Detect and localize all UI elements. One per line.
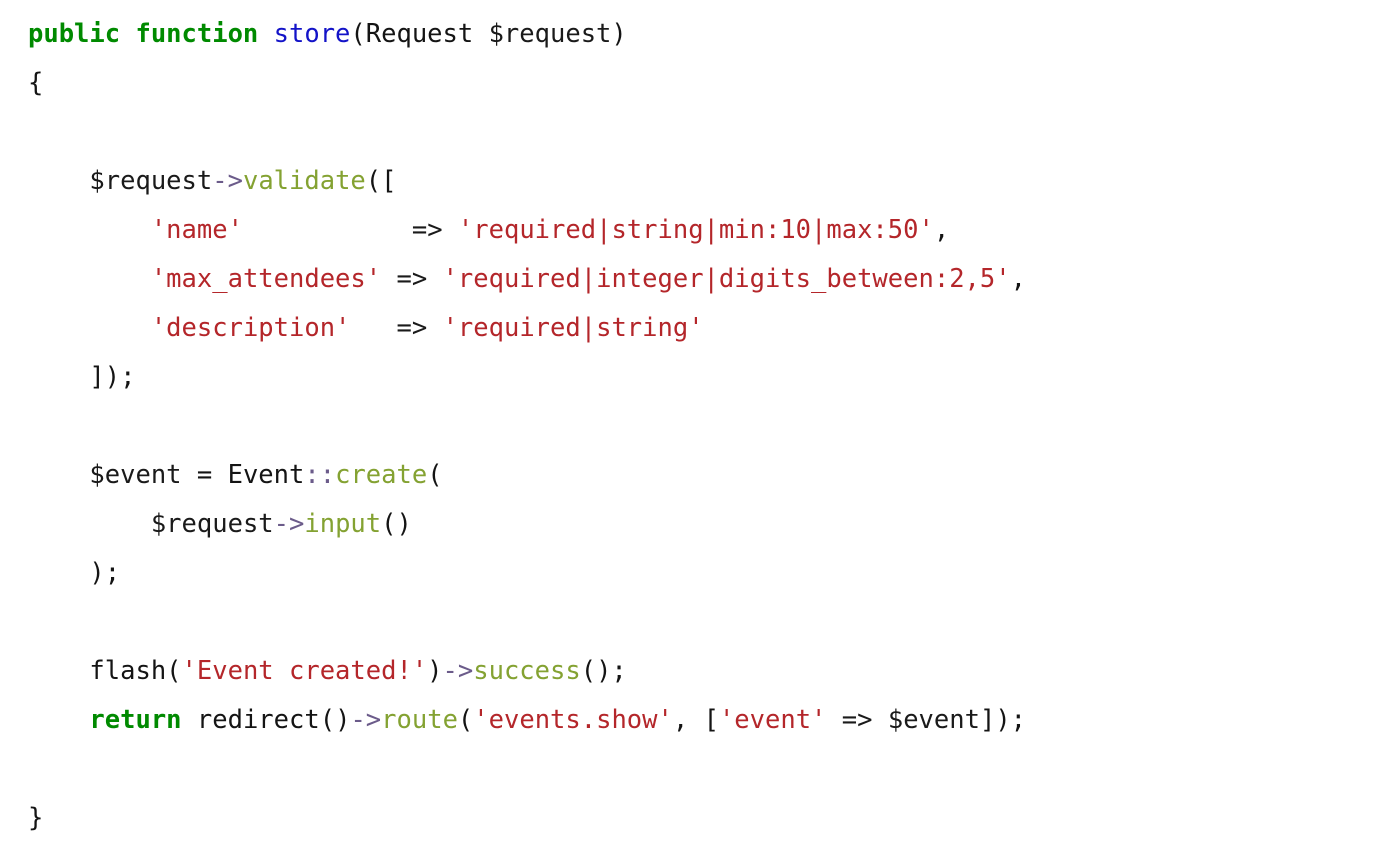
code-token-plain: ([ [365,166,397,196]
code-token-string: 'required|string' [442,313,704,343]
code-line: return redirect()->route('events.show', … [0,696,1400,745]
code-line: $request->validate([ [0,157,1400,206]
code-token-variable: $request [150,509,274,539]
code-token-arrow: -> [273,509,305,539]
code-line: flash('Event created!')->success(); [0,647,1400,696]
code-token-plain: , [933,215,950,245]
code-token-string: 'required|string|min:10|max:50' [457,215,934,245]
code-token-operator: => [841,705,873,735]
code-line: 'description' => 'required|string' [0,304,1400,353]
code-line: 'max_attendees' => 'required|integer|dig… [0,255,1400,304]
code-token-string: 'Event created!' [181,656,428,686]
code-token-variable: $event [887,705,980,735]
code-token-keyword: return [89,705,182,735]
code-token-plain: ) [427,656,443,686]
code-token-plain: = Event [181,460,305,490]
code-token-arrow: -> [212,166,243,196]
code-line: $event = Event::create( [0,451,1400,500]
code-token-plain: () [381,509,412,539]
code-line: public function store(Request $request) [0,10,1400,59]
code-line: } [0,794,1400,843]
code-line: ); [0,549,1400,598]
code-token-operator: => [396,264,428,294]
code-token-plain: (Request [350,19,489,49]
code-token-string: 'events.show' [473,705,673,735]
code-token-arrow: -> [350,705,382,735]
code-token-plain: redirect() [181,705,351,735]
code-token-operator: => [411,215,443,245]
code-token-plain: { [28,68,44,98]
code-token-string: 'event' [718,705,827,735]
code-token-operator: => [396,313,428,343]
code-line: { [0,59,1400,108]
code-token-variable: $event [89,460,182,490]
code-token-plain: (); [580,656,627,686]
code-token-plain: } [28,803,44,833]
code-block[interactable]: public function store(Request $request) {… [0,0,1400,843]
code-token-plain: ); [28,558,121,588]
code-token-method: validate [242,166,366,196]
code-token-method: success [473,656,581,686]
code-line: $request->input() [0,500,1400,549]
code-token-plain: ( [427,460,443,490]
code-token-plain: ( [457,705,474,735]
code-token-plain: ]); [28,362,136,392]
code-token-string: 'description' [150,313,351,343]
code-token-string: 'required|integer|digits_between:2,5' [442,264,1011,294]
code-token-plain: ) [611,19,627,49]
code-token-funcdef: store [273,19,351,49]
code-token-keyword: public function [28,19,274,49]
code-token-plain: ]); [979,705,1027,735]
code-token-method: create [335,460,428,490]
code-line: ]); [0,353,1400,402]
code-token-arrow: -> [442,656,474,686]
code-token-method: input [304,509,382,539]
code-token-arrow: :: [304,460,336,490]
code-line: 'name' => 'required|string|min:10|max:50… [0,206,1400,255]
code-token-plain: flash( [28,656,182,686]
code-token-string: 'name' [150,215,243,245]
code-token-plain: , [ [672,705,719,735]
code-token-method: route [381,705,458,735]
code-token-variable: $request [488,19,612,49]
code-token-variable: $request [89,166,213,196]
code-token-plain: , [1010,264,1026,294]
code-token-string: 'max_attendees' [150,264,382,294]
